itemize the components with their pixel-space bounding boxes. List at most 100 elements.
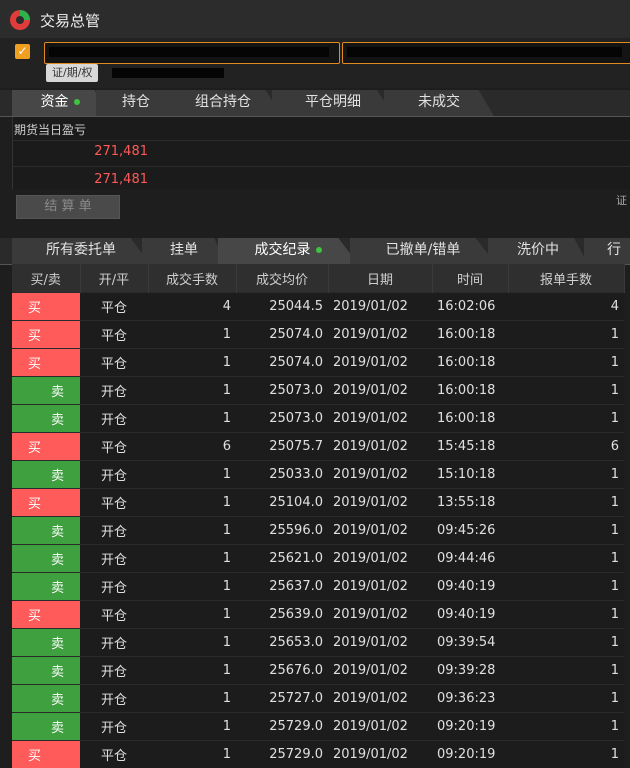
cell-side: 买 xyxy=(12,489,80,517)
col-header-avg-price[interactable]: 成交均价 xyxy=(236,264,328,293)
table-row[interactable]: 卖开仓125727.02019/01/0209:36:231 xyxy=(12,685,624,713)
cell-time: 16:02:06 xyxy=(432,293,508,321)
cell-order-qty: 1 xyxy=(508,517,624,545)
cell-side: 买 xyxy=(12,433,80,461)
tab-funds[interactable]: 资金 xyxy=(12,90,108,116)
table-row[interactable]: 买平仓125729.02019/01/0209:20:191 xyxy=(12,741,624,768)
funds-row: 271,481 xyxy=(12,166,630,189)
cell-time: 09:40:19 xyxy=(432,573,508,601)
redacted-account xyxy=(49,47,329,57)
cell-filled-qty: 1 xyxy=(148,629,236,657)
account-select-2[interactable] xyxy=(342,42,630,64)
cell-filled-qty: 4 xyxy=(148,293,236,321)
order-tab-bar: 所有委托单 挂单 成交纪录 已撤单/错单 洗价中 行 xyxy=(0,238,630,265)
cell-filled-qty: 1 xyxy=(148,573,236,601)
tab-trade-records[interactable]: 成交纪录 xyxy=(218,238,358,264)
cell-open-close: 开仓 xyxy=(80,377,148,405)
cell-time: 09:20:19 xyxy=(432,713,508,741)
cell-date: 2019/01/02 xyxy=(328,377,432,405)
table-row[interactable]: 买平仓125074.02019/01/0216:00:181 xyxy=(12,321,624,349)
cell-time: 16:00:18 xyxy=(432,321,508,349)
cell-open-close: 开仓 xyxy=(80,517,148,545)
cell-time: 09:39:54 xyxy=(432,629,508,657)
cell-order-qty: 1 xyxy=(508,685,624,713)
col-header-order-qty[interactable]: 报单手数 xyxy=(508,264,624,293)
table-row[interactable]: 买平仓125104.02019/01/0213:55:181 xyxy=(12,489,624,517)
title-bar: 交易总管 xyxy=(0,0,630,39)
table-row[interactable]: 卖开仓125637.02019/01/0209:40:191 xyxy=(12,573,624,601)
cell-time: 09:39:28 xyxy=(432,657,508,685)
table-row[interactable]: 买平仓625075.72019/01/0215:45:186 xyxy=(12,433,624,461)
table-row[interactable]: 卖开仓125653.02019/01/0209:39:541 xyxy=(12,629,624,657)
cell-avg-price: 25637.0 xyxy=(236,573,328,601)
account-checkbox[interactable]: ✓ xyxy=(15,44,30,59)
table-row[interactable]: 卖开仓125621.02019/01/0209:44:461 xyxy=(12,545,624,573)
cell-side: 买 xyxy=(12,349,80,377)
cell-open-close: 开仓 xyxy=(80,629,148,657)
tab-more[interactable]: 行 xyxy=(584,238,630,264)
cell-date: 2019/01/02 xyxy=(328,713,432,741)
active-dot-icon xyxy=(316,247,322,253)
table-row[interactable]: 买平仓125074.02019/01/0216:00:181 xyxy=(12,349,624,377)
cell-date: 2019/01/02 xyxy=(328,321,432,349)
cell-avg-price: 25727.0 xyxy=(236,685,328,713)
cell-open-close: 开仓 xyxy=(80,657,148,685)
cell-time: 09:36:23 xyxy=(432,685,508,713)
cell-order-qty: 1 xyxy=(508,545,624,573)
table-row[interactable]: 买平仓125639.02019/01/0209:40:191 xyxy=(12,601,624,629)
tab-all-orders[interactable]: 所有委托单 xyxy=(12,238,150,264)
cell-side: 卖 xyxy=(12,657,80,685)
cell-filled-qty: 1 xyxy=(148,349,236,377)
tab-washing[interactable]: 洗价中 xyxy=(488,238,588,264)
cell-time: 15:10:18 xyxy=(432,461,508,489)
cell-open-close: 平仓 xyxy=(80,349,148,377)
table-row[interactable]: 卖开仓125676.02019/01/0209:39:281 xyxy=(12,657,624,685)
cell-order-qty: 1 xyxy=(508,321,624,349)
table-row[interactable]: 卖开仓125033.02019/01/0215:10:181 xyxy=(12,461,624,489)
cell-order-qty: 1 xyxy=(508,657,624,685)
cell-date: 2019/01/02 xyxy=(328,685,432,713)
cell-open-close: 平仓 xyxy=(80,601,148,629)
account-type-tag[interactable]: 证/期/权 xyxy=(46,64,98,82)
tab-cancelled[interactable]: 已撤单/错单 xyxy=(350,238,496,264)
table-row[interactable]: 卖开仓125073.02019/01/0216:00:181 xyxy=(12,377,624,405)
cell-side: 卖 xyxy=(12,545,80,573)
cell-date: 2019/01/02 xyxy=(328,405,432,433)
cell-order-qty: 1 xyxy=(508,349,624,377)
cell-filled-qty: 1 xyxy=(148,545,236,573)
col-header-open-close[interactable]: 开/平 xyxy=(80,264,148,293)
tab-unfilled[interactable]: 未成交 xyxy=(384,90,494,116)
cell-date: 2019/01/02 xyxy=(328,545,432,573)
cell-date: 2019/01/02 xyxy=(328,461,432,489)
cell-time: 15:45:18 xyxy=(432,433,508,461)
cell-filled-qty: 1 xyxy=(148,601,236,629)
table-row[interactable]: 卖开仓125073.02019/01/0216:00:181 xyxy=(12,405,624,433)
settlement-button[interactable]: 结 算 单 xyxy=(16,195,120,219)
cell-filled-qty: 1 xyxy=(148,321,236,349)
cell-time: 16:00:18 xyxy=(432,377,508,405)
col-header-time[interactable]: 时间 xyxy=(432,264,508,293)
col-header-side[interactable]: 买/卖 xyxy=(12,264,80,293)
cell-time: 09:20:19 xyxy=(432,741,508,768)
cell-avg-price: 25033.0 xyxy=(236,461,328,489)
cell-order-qty: 1 xyxy=(508,489,624,517)
table-row[interactable]: 买平仓425044.52019/01/0216:02:064 xyxy=(12,293,624,321)
active-dot-icon xyxy=(74,99,80,105)
col-header-date[interactable]: 日期 xyxy=(328,264,432,293)
cell-filled-qty: 1 xyxy=(148,377,236,405)
tab-combo-positions[interactable]: 组合持仓 xyxy=(164,90,282,116)
cell-avg-price: 25729.0 xyxy=(236,741,328,768)
table-row[interactable]: 卖开仓125596.02019/01/0209:45:261 xyxy=(12,517,624,545)
cell-side: 买 xyxy=(12,321,80,349)
cell-open-close: 平仓 xyxy=(80,293,148,321)
account-select[interactable] xyxy=(44,42,340,64)
cell-order-qty: 1 xyxy=(508,377,624,405)
col-header-filled-qty[interactable]: 成交手数 xyxy=(148,264,236,293)
table-row[interactable]: 卖开仓125729.02019/01/0209:20:191 xyxy=(12,713,624,741)
tab-close-details[interactable]: 平仓明细 xyxy=(272,90,394,116)
cell-side: 卖 xyxy=(12,405,80,433)
tab-pending[interactable]: 挂单 xyxy=(142,238,226,264)
cell-time: 16:00:18 xyxy=(432,349,508,377)
cell-order-qty: 1 xyxy=(508,713,624,741)
table-header-row: 买/卖 开/平 成交手数 成交均价 日期 时间 报单手数 xyxy=(12,264,624,293)
